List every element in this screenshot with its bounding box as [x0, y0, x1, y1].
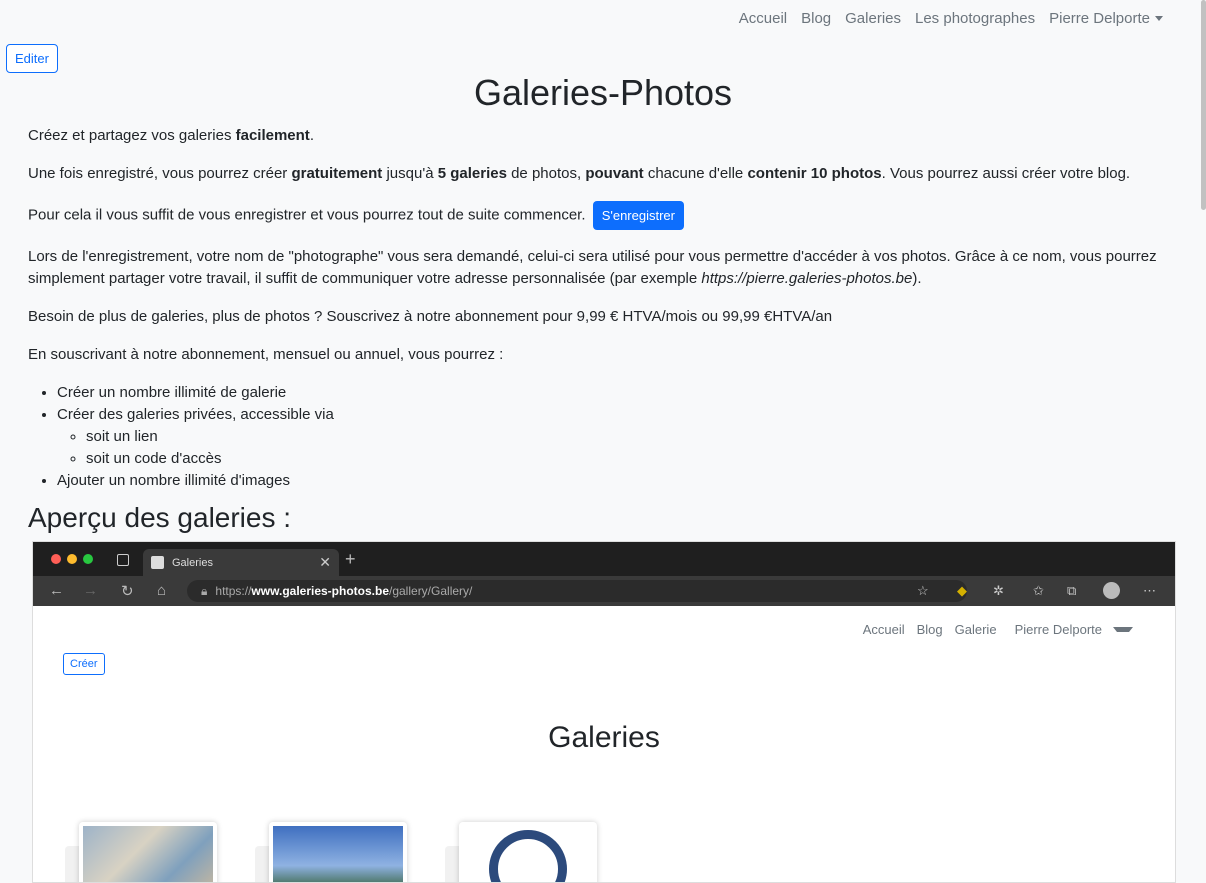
nav-photographes[interactable]: Les photographes: [908, 10, 1042, 27]
close-dot-icon: [51, 554, 61, 564]
caret-down-icon: [1113, 627, 1133, 632]
text-bold: pouvant: [585, 165, 644, 182]
inner-nav-item: Blog: [916, 622, 943, 637]
forward-icon: →: [83, 582, 98, 599]
text-bold: contenir 10 photos: [747, 165, 882, 182]
minimize-dot-icon: [67, 554, 77, 564]
inner-nav-item: Galerie: [954, 622, 997, 637]
create-button: Créer: [63, 653, 105, 675]
url-path: /gallery/Gallery/: [389, 584, 473, 598]
puzzle-icon: ✲: [993, 583, 1004, 598]
text: Créer des galeries privées, accessible v…: [57, 406, 334, 423]
preview-heading: Aperçu des galeries :: [28, 502, 292, 533]
inner-user-name: Pierre Delporte: [1014, 622, 1102, 637]
favicon-icon: [151, 556, 164, 569]
intro-paragraph-3: Pour cela il vous suffit de vous enregis…: [28, 201, 1178, 230]
text: Créez et partagez vos galeries: [28, 127, 236, 144]
plus-icon: +: [345, 549, 356, 569]
main-content: Créez et partagez vos galeries facilemen…: [28, 125, 1178, 534]
profile-avatar: [1103, 582, 1120, 599]
lock-icon: 🔒︎: [201, 583, 208, 598]
intro-paragraph-1: Créez et partagez vos galeries facilemen…: [28, 125, 1178, 147]
gallery-card: [79, 822, 217, 882]
more-icon: ⋯: [1143, 583, 1156, 598]
collections-icon: ⧉: [1067, 583, 1077, 598]
home-icon: ⌂: [157, 582, 167, 599]
text: chacune d'elle: [643, 165, 748, 182]
sub-list: soit un lien soit un code d'accès: [57, 426, 1178, 470]
text: .: [309, 127, 314, 144]
url-field: 🔒︎ https://www.galeries-photos.be/galler…: [187, 580, 967, 602]
inner-title: Galeries: [548, 721, 660, 754]
text: de photos,: [506, 165, 586, 182]
back-icon: ←: [49, 582, 64, 599]
user-menu[interactable]: Pierre Delporte: [1042, 10, 1170, 27]
text-bold: gratuitement: [291, 165, 383, 182]
tab-title: Galeries: [172, 556, 213, 569]
inner-nav-item: Accueil: [862, 622, 905, 637]
browser-address-bar: ← → ↻ ⌂ 🔒︎ https://www.galeries-photos.b…: [33, 576, 1175, 606]
example-url: https://pierre.galeries-photos.be: [701, 270, 913, 287]
text-bold: 5 galeries: [437, 165, 507, 182]
text: Lors de l'enregistrement, votre nom de "…: [28, 248, 1157, 287]
gallery-card: [269, 822, 407, 882]
browser-tab-bar: Galeries ✕ +: [33, 542, 1175, 576]
url-host: www.galeries-photos.be: [251, 584, 389, 598]
top-nav: Accueil Blog Galeries Les photographes P…: [732, 10, 1170, 27]
pricing-paragraph: Besoin de plus de galeries, plus de phot…: [28, 308, 833, 325]
inner-nav: Accueil Blog Galerie Pierre Delporte: [857, 622, 1139, 637]
nav-blog[interactable]: Blog: [794, 10, 838, 27]
favorite-icon: ☆: [917, 583, 929, 598]
gallery-thumbnail: [273, 826, 403, 882]
text: Une fois enregistré, vous pourrez créer: [28, 165, 292, 182]
close-icon: ✕: [319, 554, 331, 570]
nav-accueil[interactable]: Accueil: [732, 10, 794, 27]
text-bold: facilement: [235, 127, 310, 144]
inner-user-menu: Pierre Delporte: [1003, 622, 1139, 637]
list-item: Ajouter un nombre illimité d'images: [57, 470, 1178, 492]
window-icon: [117, 554, 129, 566]
subscription-paragraph: En souscrivant à notre abonnement, mensu…: [28, 346, 504, 363]
gallery-thumbnail: [83, 826, 213, 882]
caret-down-icon: [1155, 16, 1163, 21]
text: Pour cela il vous suffit de vous enregis…: [28, 206, 586, 224]
extension-icon: ◆: [957, 583, 967, 598]
sub-list-item: soit un code d'accès: [86, 448, 1178, 470]
maximize-dot-icon: [83, 554, 93, 564]
browser-tab: Galeries ✕: [143, 549, 339, 576]
url-prefix: https://: [215, 584, 252, 598]
text: jusqu'à: [382, 165, 438, 182]
register-button[interactable]: S'enregistrer: [592, 201, 684, 230]
user-name: Pierre Delporte: [1049, 10, 1150, 27]
intro-paragraph-4: Lors de l'enregistrement, votre nom de "…: [28, 246, 1178, 290]
logo-ring-icon: [489, 830, 567, 882]
page-title: Galeries-Photos: [473, 72, 733, 113]
gallery-card: [459, 822, 597, 882]
favorites-icon: ✩: [1033, 583, 1044, 598]
features-list: Créer un nombre illimité de galerie Crée…: [28, 382, 1178, 492]
edit-button[interactable]: Editer: [6, 44, 58, 73]
list-item: Créer un nombre illimité de galerie: [57, 382, 1178, 404]
text: . Vous pourrez aussi créer votre blog.: [881, 165, 1131, 182]
text: ).: [912, 270, 922, 287]
nav-galeries[interactable]: Galeries: [838, 10, 908, 27]
intro-paragraph-2: Une fois enregistré, vous pourrez créer …: [28, 163, 1178, 185]
reload-icon: ↻: [121, 583, 134, 600]
preview-screenshot: Galeries ✕ + ← → ↻ ⌂ 🔒︎ https://www.gale…: [32, 541, 1176, 883]
list-item: Créer des galeries privées, accessible v…: [57, 404, 1178, 470]
sub-list-item: soit un lien: [86, 426, 1178, 448]
